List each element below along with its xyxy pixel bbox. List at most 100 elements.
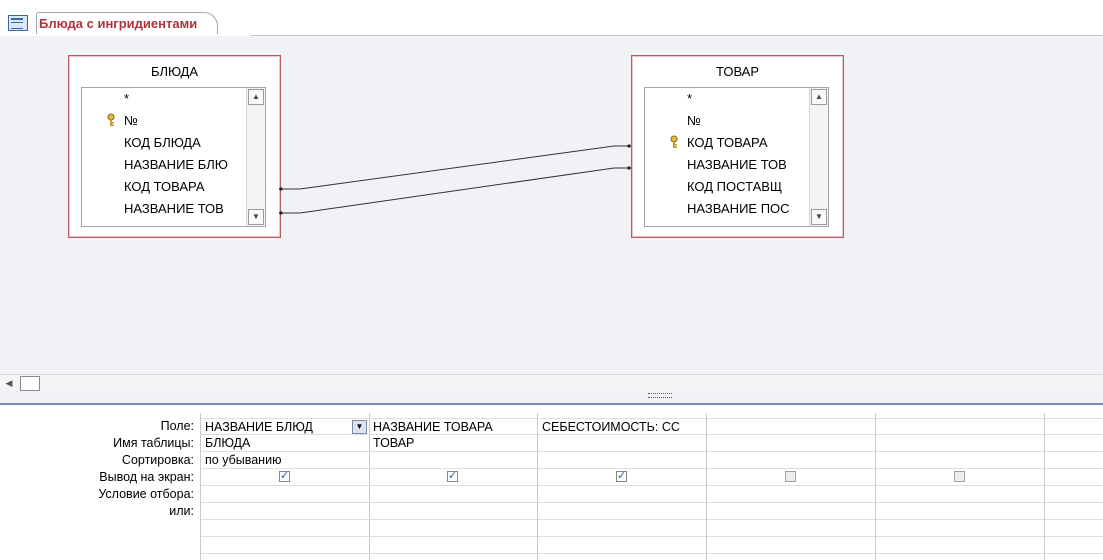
primary-key-icon (106, 113, 116, 127)
query-tab[interactable]: Блюда с ингридиентами (8, 10, 219, 36)
query-design-grid: Поле: Имя таблицы: Сортировка: Вывод на … (0, 405, 1103, 560)
primary-key-icon (669, 135, 679, 149)
grid-column: СЕБЕСТОИМОСТЬ: СС (538, 413, 707, 560)
show-checkbox[interactable] (616, 469, 627, 485)
field-item[interactable]: КОД ПОСТАВЩ (687, 176, 819, 198)
row-label-table: Имя таблицы: (113, 436, 194, 450)
field-list-scrollbar[interactable]: ▲ ▼ (809, 88, 828, 226)
field-item[interactable]: НАЗВАНИЕ ТОВ (124, 198, 256, 220)
show-checkbox[interactable] (954, 471, 965, 482)
design-horizontal-scrollbar[interactable]: ◀ (0, 374, 1103, 391)
pane-splitter[interactable] (0, 391, 1103, 405)
sort-cell[interactable] (1045, 452, 1103, 469)
scroll-up-button[interactable]: ▲ (811, 89, 827, 105)
field-cell[interactable]: НАЗВАНИЕ ТОВАРА (369, 418, 537, 435)
table-cell[interactable] (1045, 435, 1103, 452)
show-cell (201, 469, 369, 486)
or-cell[interactable] (538, 520, 706, 537)
field-cell[interactable] (707, 418, 875, 435)
query-tab-label[interactable]: Блюда с ингридиентами (36, 12, 219, 34)
or-cell[interactable] (707, 537, 875, 554)
field-item[interactable]: № (687, 110, 701, 132)
show-cell[interactable] (1045, 469, 1103, 486)
row-label-sort: Сортировка: (121, 453, 194, 467)
or-cell[interactable] (369, 520, 537, 537)
dropdown-arrow-icon[interactable]: ▼ (352, 420, 367, 434)
table-cell[interactable]: ТОВАР (369, 435, 537, 452)
show-cell (707, 469, 875, 486)
or-cell[interactable] (707, 520, 875, 537)
scroll-thumb[interactable] (20, 376, 40, 391)
table-cell[interactable]: БЛЮДА (201, 435, 369, 452)
or-cell[interactable] (201, 520, 369, 537)
field-cell[interactable] (876, 418, 1044, 435)
sort-cell[interactable]: по убыванию (201, 452, 369, 469)
or-cell[interactable] (369, 503, 537, 520)
field-list[interactable]: * № КОД ТОВАРА НАЗВАНИЕ ТОВ КОД ПОСТАВЩ … (644, 87, 829, 227)
field-item[interactable]: НАЗВАНИЕ БЛЮ (124, 154, 256, 176)
sort-cell[interactable] (707, 452, 875, 469)
criteria-cell[interactable] (538, 486, 706, 503)
scroll-left-button[interactable]: ◀ (3, 377, 15, 389)
field-cell[interactable]: СЕБЕСТОИМОСТЬ: СС (538, 418, 706, 435)
criteria-cell[interactable] (876, 486, 1044, 503)
show-checkbox[interactable] (785, 471, 796, 482)
splitter-grip[interactable] (648, 393, 672, 398)
grid-column (876, 413, 1045, 560)
or-cell[interactable] (538, 537, 706, 554)
field-item[interactable]: * (124, 88, 129, 110)
join-line-kod-tovara (279, 145, 631, 190)
grid-column (1045, 413, 1103, 560)
or-cell[interactable] (876, 503, 1044, 520)
field-cell-text: НАЗВАНИЕ БЛЮД (205, 420, 313, 434)
criteria-cell[interactable] (1045, 486, 1103, 503)
criteria-cell[interactable] (201, 486, 369, 503)
table-cell[interactable] (538, 435, 706, 452)
show-cell (876, 469, 1044, 486)
row-label-or: или: (169, 504, 194, 518)
table-box-tovar[interactable]: ТОВАР * № КОД ТОВАРА НАЗВАНИЕ ТОВ КОД ПО… (631, 55, 844, 238)
or-cell[interactable] (1045, 503, 1103, 520)
join-line-nazvanie-tovara (279, 167, 631, 214)
table-title[interactable]: ТОВАР (632, 64, 843, 79)
scroll-down-button[interactable]: ▼ (248, 209, 264, 225)
show-checkbox[interactable] (279, 469, 290, 485)
field-list-scrollbar[interactable]: ▲ ▼ (246, 88, 265, 226)
table-box-bliuda[interactable]: БЛЮДА * № КОД БЛЮДА НАЗВАНИЕ БЛЮ КОД ТОВ… (68, 55, 281, 238)
query-icon (8, 15, 28, 31)
field-cell[interactable] (1045, 418, 1103, 435)
or-cell[interactable] (876, 520, 1044, 537)
table-title[interactable]: БЛЮДА (69, 64, 280, 79)
or-cell[interactable] (707, 503, 875, 520)
criteria-cell[interactable] (707, 486, 875, 503)
sort-cell[interactable] (369, 452, 537, 469)
document-tab-bar: Блюда с ингридиентами (0, 0, 1103, 36)
sort-cell[interactable] (538, 452, 706, 469)
or-cell[interactable] (1045, 537, 1103, 554)
or-cell[interactable] (538, 503, 706, 520)
show-cell (369, 469, 537, 486)
table-cell[interactable] (707, 435, 875, 452)
field-item[interactable]: * (687, 88, 692, 110)
field-item[interactable]: НАЗВАНИЕ ПОС (687, 198, 819, 220)
or-cell[interactable] (201, 537, 369, 554)
field-list[interactable]: * № КОД БЛЮДА НАЗВАНИЕ БЛЮ КОД ТОВАРА НА… (81, 87, 266, 227)
row-label-criteria: Условие отбора: (98, 487, 194, 501)
scroll-up-button[interactable]: ▲ (248, 89, 264, 105)
field-item[interactable]: КОД ТОВАРА (687, 132, 819, 154)
field-item[interactable]: КОД БЛЮДА (124, 132, 256, 154)
scroll-down-button[interactable]: ▼ (811, 209, 827, 225)
field-item[interactable]: НАЗВАНИЕ ТОВ (687, 154, 819, 176)
field-item[interactable]: КОД ТОВАРА (124, 176, 256, 198)
field-item[interactable]: № (124, 110, 138, 132)
show-checkbox[interactable] (447, 469, 458, 485)
sort-cell[interactable] (876, 452, 1044, 469)
field-cell[interactable]: НАЗВАНИЕ БЛЮД ▼ (201, 418, 369, 435)
or-cell[interactable] (1045, 520, 1103, 537)
or-cell[interactable] (369, 537, 537, 554)
criteria-cell[interactable] (369, 486, 537, 503)
or-cell[interactable] (201, 503, 369, 520)
table-cell[interactable] (876, 435, 1044, 452)
query-design-pane[interactable]: БЛЮДА * № КОД БЛЮДА НАЗВАНИЕ БЛЮ КОД ТОВ… (0, 36, 1103, 374)
or-cell[interactable] (876, 537, 1044, 554)
